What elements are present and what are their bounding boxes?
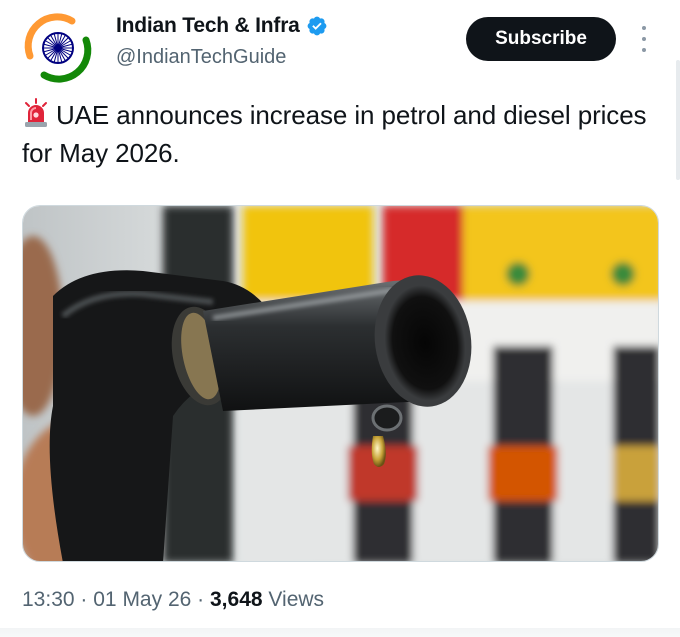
post-meta: 13:30 · 01 May 26 · 3,648 Views <box>22 588 324 612</box>
police-siren-icon <box>25 98 47 127</box>
post-date[interactable]: 01 May 26 <box>93 588 191 611</box>
verified-badge-icon[interactable] <box>306 15 328 37</box>
more-dot <box>642 48 646 52</box>
post-text-body: UAE announces increase in petrol and die… <box>22 100 647 168</box>
post-time[interactable]: 13:30 <box>22 588 75 611</box>
fuel-nozzle-photo <box>23 206 658 561</box>
more-dot <box>642 26 646 30</box>
views-label[interactable]: Views <box>268 588 324 611</box>
post-media-image[interactable] <box>22 205 659 562</box>
meta-separator: · <box>197 588 205 611</box>
subscribe-button[interactable]: Subscribe <box>466 17 616 61</box>
post-text: UAE announces increase in petrol and die… <box>22 96 662 172</box>
more-vertical-icon[interactable] <box>634 24 654 54</box>
account-name-row[interactable]: Indian Tech & Infra <box>116 14 328 38</box>
more-dot <box>642 37 646 41</box>
display-name[interactable]: Indian Tech & Infra <box>116 14 300 38</box>
avatar[interactable] <box>22 12 94 84</box>
scrollbar-track[interactable] <box>676 60 680 180</box>
account-handle[interactable]: @IndianTechGuide <box>116 46 286 69</box>
meta-separator: · <box>80 588 88 611</box>
post-card: Indian Tech & Infra @IndianTechGuide Sub… <box>0 0 680 637</box>
ashoka-chakra-logo-icon <box>23 13 93 83</box>
bottom-divider <box>0 628 680 637</box>
views-count[interactable]: 3,648 <box>210 588 263 611</box>
